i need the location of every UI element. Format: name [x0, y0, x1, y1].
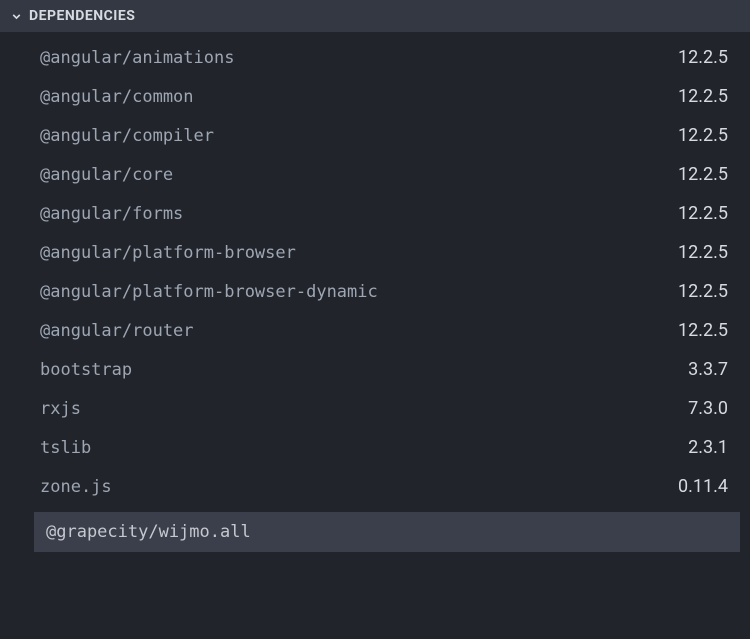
dependency-name: @angular/platform-browser [40, 243, 296, 263]
dependency-version: 12.2.5 [678, 281, 728, 302]
add-dependency-input[interactable] [34, 512, 740, 552]
dependency-version: 12.2.5 [678, 203, 728, 224]
dependency-version: 12.2.5 [678, 47, 728, 68]
dependencies-header[interactable]: DEPENDENCIES [0, 0, 750, 32]
dependency-name: @angular/forms [40, 204, 183, 224]
dependency-item[interactable]: tslib 2.3.1 [0, 428, 750, 467]
dependency-item[interactable]: @angular/platform-browser-dynamic 12.2.5 [0, 272, 750, 311]
dependencies-list: @angular/animations 12.2.5 @angular/comm… [0, 32, 750, 506]
chevron-down-icon [10, 10, 23, 23]
dependency-item[interactable]: @angular/compiler 12.2.5 [0, 116, 750, 155]
dependency-name: bootstrap [40, 360, 132, 380]
dependency-version: 12.2.5 [678, 164, 728, 185]
dependency-item[interactable]: zone.js 0.11.4 [0, 467, 750, 506]
dependencies-title: DEPENDENCIES [29, 8, 135, 24]
dependency-item[interactable]: @angular/forms 12.2.5 [0, 194, 750, 233]
dependency-name: @angular/compiler [40, 126, 214, 146]
dependency-version: 12.2.5 [678, 125, 728, 146]
dependency-version: 12.2.5 [678, 320, 728, 341]
dependency-name: @angular/platform-browser-dynamic [40, 282, 378, 302]
dependency-item[interactable]: @angular/core 12.2.5 [0, 155, 750, 194]
dependency-item[interactable]: bootstrap 3.3.7 [0, 350, 750, 389]
dependency-version: 0.11.4 [678, 476, 728, 497]
dependency-version: 3.3.7 [688, 359, 728, 380]
dependency-name: @angular/common [40, 87, 194, 107]
dependency-version: 2.3.1 [688, 437, 728, 458]
dependency-item[interactable]: @angular/router 12.2.5 [0, 311, 750, 350]
dependency-version: 12.2.5 [678, 242, 728, 263]
dependency-version: 7.3.0 [688, 398, 728, 419]
dependency-item[interactable]: @angular/platform-browser 12.2.5 [0, 233, 750, 272]
dependency-item[interactable]: @angular/animations 12.2.5 [0, 38, 750, 77]
dependency-name: tslib [40, 438, 91, 458]
dependency-name: zone.js [40, 477, 112, 497]
dependency-input-row [0, 512, 750, 552]
dependency-name: @angular/animations [40, 48, 234, 68]
dependency-item[interactable]: rxjs 7.3.0 [0, 389, 750, 428]
dependency-name: @angular/core [40, 165, 173, 185]
dependency-item[interactable]: @angular/common 12.2.5 [0, 77, 750, 116]
dependency-name: rxjs [40, 399, 81, 419]
dependency-version: 12.2.5 [678, 86, 728, 107]
dependency-name: @angular/router [40, 321, 194, 341]
